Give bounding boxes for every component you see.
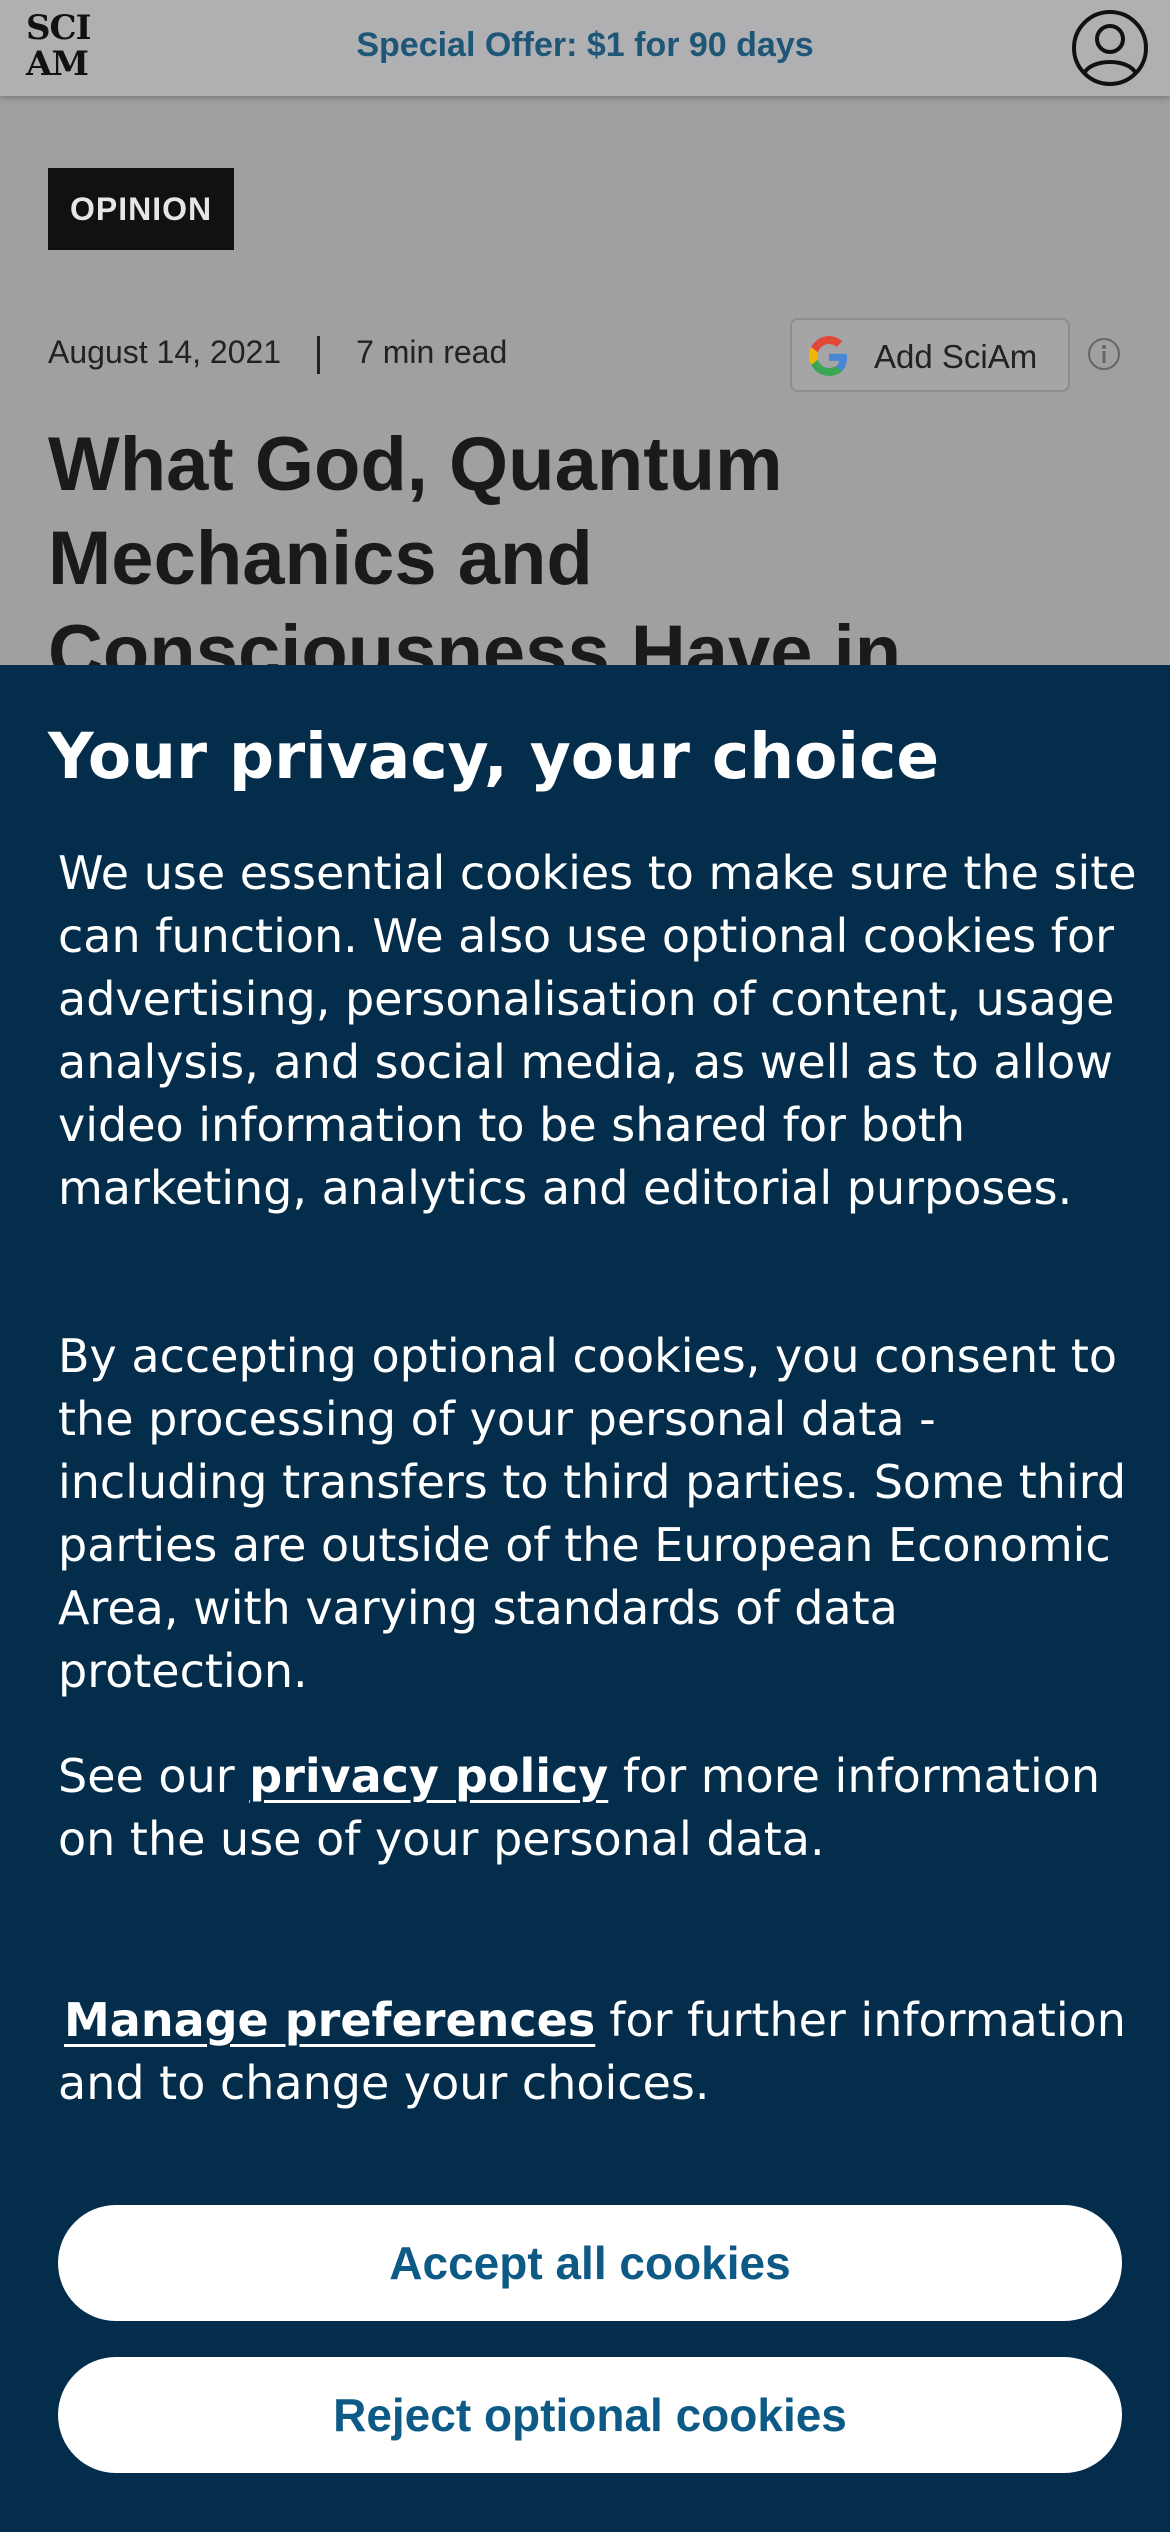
article-meta: August 14, 2021 7 min read — [48, 334, 507, 374]
accept-all-cookies-button[interactable]: Accept all cookies — [58, 2205, 1122, 2321]
consent-paragraph-optional: By accepting optional cookies, you conse… — [58, 1329, 1127, 1698]
cookie-consent-dialog: Your privacy, your choice We use essenti… — [0, 665, 1170, 2532]
consent-paragraph-manage: Manage preferences for further informatio… — [58, 1989, 1138, 2115]
privacy-prefix: See our — [58, 1749, 235, 1803]
consent-paragraph-essential: We use essential cookies to make sure th… — [58, 846, 1137, 1215]
privacy-policy-link[interactable]: privacy policy — [249, 1749, 608, 1803]
reject-optional-cookies-button[interactable]: Reject optional cookies — [58, 2357, 1122, 2473]
opinion-tag[interactable]: OPINION — [48, 168, 235, 250]
add-sciam-button[interactable]: Add SciAm — [790, 318, 1070, 392]
add-sciam-label: Add SciAm — [874, 338, 1038, 375]
consent-paragraph-privacy: See our privacy policy for more informat… — [58, 1745, 1138, 1871]
article-header: OPINION August 14, 2021 7 min read Add Sc… — [0, 96, 1170, 666]
special-offer-link[interactable]: Special Offer: $1 for 90 days — [0, 26, 1170, 65]
consent-title: Your privacy, your choice — [48, 720, 940, 793]
article-date: August 14, 2021 — [48, 334, 282, 370]
article-headline: What God, Quantum Mechanics and Consciou… — [48, 422, 902, 666]
user-circle-icon[interactable] — [1070, 8, 1150, 88]
read-time: 7 min read — [356, 334, 508, 370]
top-bar: SCI AM Special Offer: $1 for 90 days — [0, 0, 1170, 96]
meta-separator — [317, 335, 321, 374]
info-icon[interactable] — [1086, 336, 1122, 372]
manage-preferences-link[interactable]: Manage preferences — [64, 1993, 595, 2047]
google-icon — [806, 334, 852, 380]
